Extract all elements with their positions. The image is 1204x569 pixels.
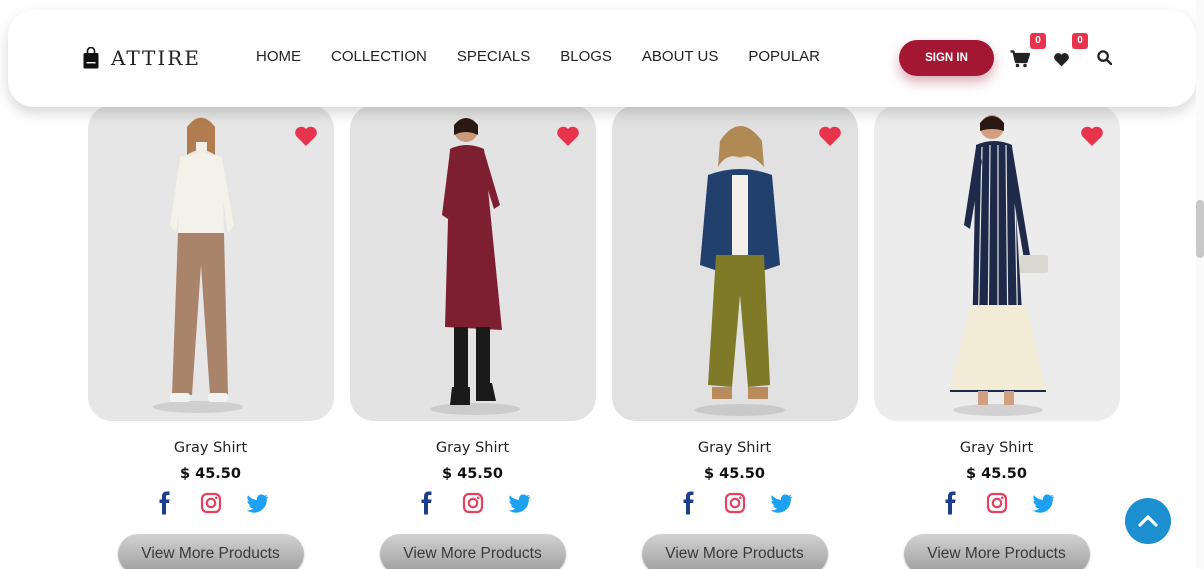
nav-item-popular[interactable]: POPULAR	[748, 48, 820, 65]
social-links	[153, 490, 269, 516]
nav-item-collection[interactable]: COLLECTION	[331, 48, 427, 65]
wishlist-heart-icon[interactable]	[1053, 52, 1070, 67]
social-links	[415, 490, 531, 516]
brand-logo[interactable]: ATTIRE	[83, 46, 201, 70]
cart-count-badge: 0	[1030, 33, 1046, 49]
product-name: Gray Shirt	[959, 440, 1034, 456]
product-price: $ 45.50	[441, 466, 503, 482]
nav-item-home[interactable]: HOME	[256, 48, 301, 65]
product-card: Gray Shirt $ 45.50 View More Products	[873, 105, 1120, 569]
view-more-products-button[interactable]: View More Products	[641, 534, 828, 569]
nav-item-blogs[interactable]: BLOGS	[560, 48, 612, 65]
model-striped-navy-kurta	[873, 105, 1120, 421]
brand-name: ATTIRE	[111, 46, 201, 70]
instagram-icon[interactable]	[199, 491, 223, 515]
social-links	[677, 490, 793, 516]
site-header: ATTIRE HOME COLLECTION SPECIALS BLOGS AB…	[8, 10, 1196, 107]
wishlist-count-badge: 0	[1072, 33, 1088, 49]
instagram-icon[interactable]	[985, 491, 1009, 515]
twitter-icon[interactable]	[245, 491, 269, 515]
nav-item-specials[interactable]: SPECIALS	[457, 48, 530, 65]
product-image[interactable]	[611, 105, 858, 421]
product-price: $ 45.50	[703, 466, 765, 482]
facebook-icon[interactable]	[415, 491, 439, 515]
cart-icon[interactable]	[1010, 50, 1030, 68]
scrollbar-thumb[interactable]	[1196, 200, 1204, 258]
twitter-icon[interactable]	[1031, 491, 1055, 515]
shopping-bag-icon	[83, 47, 99, 69]
scrollbar[interactable]	[1196, 0, 1204, 569]
favorite-heart-icon[interactable]	[294, 125, 318, 147]
instagram-icon[interactable]	[723, 491, 747, 515]
product-image[interactable]	[87, 105, 334, 421]
twitter-icon[interactable]	[507, 491, 531, 515]
model-denim-jacket-olive-pants	[611, 105, 858, 421]
view-more-products-button[interactable]: View More Products	[903, 534, 1090, 569]
facebook-icon[interactable]	[677, 491, 701, 515]
nav-item-about-us[interactable]: ABOUT US	[642, 48, 718, 65]
back-to-top-button[interactable]	[1125, 498, 1171, 544]
product-image[interactable]	[873, 105, 1120, 421]
main-nav: HOME COLLECTION SPECIALS BLOGS ABOUT US …	[256, 48, 820, 65]
page: Gray Shirt $ 45.50 View More Products Gr…	[0, 0, 1204, 569]
product-image[interactable]	[349, 105, 596, 421]
product-card: Gray Shirt $ 45.50 View More Products	[87, 105, 334, 569]
model-maroon-kurta	[349, 105, 596, 421]
product-price: $ 45.50	[179, 466, 241, 482]
social-links	[939, 490, 1055, 516]
view-more-products-button[interactable]: View More Products	[117, 534, 304, 569]
view-more-products-button[interactable]: View More Products	[379, 534, 566, 569]
search-icon[interactable]	[1097, 50, 1112, 65]
product-name: Gray Shirt	[435, 440, 510, 456]
product-grid: Gray Shirt $ 45.50 View More Products Gr…	[87, 105, 1132, 569]
favorite-heart-icon[interactable]	[1080, 125, 1104, 147]
product-price: $ 45.50	[965, 466, 1027, 482]
product-card: Gray Shirt $ 45.50 View More Products	[611, 105, 858, 569]
sign-in-button[interactable]: SIGN IN	[899, 40, 994, 76]
facebook-icon[interactable]	[939, 491, 963, 515]
facebook-icon[interactable]	[153, 491, 177, 515]
product-name: Gray Shirt	[697, 440, 772, 456]
model-cream-top-brown-pants	[87, 105, 334, 421]
chevron-up-icon	[1138, 515, 1158, 527]
favorite-heart-icon[interactable]	[556, 125, 580, 147]
twitter-icon[interactable]	[769, 491, 793, 515]
product-name: Gray Shirt	[173, 440, 248, 456]
favorite-heart-icon[interactable]	[818, 125, 842, 147]
instagram-icon[interactable]	[461, 491, 485, 515]
product-card: Gray Shirt $ 45.50 View More Products	[349, 105, 596, 569]
